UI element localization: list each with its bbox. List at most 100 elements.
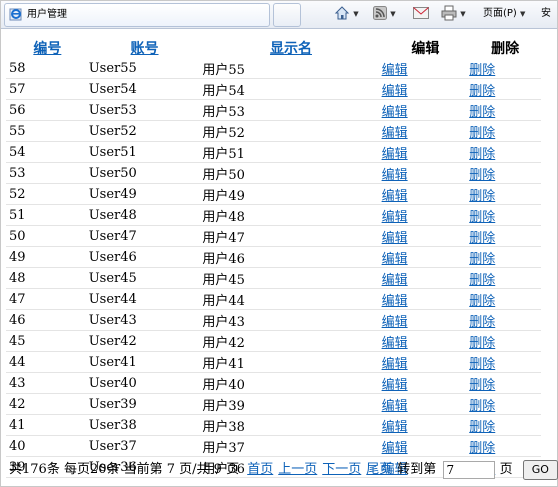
- delete-link[interactable]: 删除: [469, 336, 495, 351]
- header-account[interactable]: 账号: [89, 37, 201, 58]
- sort-id-link[interactable]: 编号: [33, 41, 61, 57]
- delete-link-cell[interactable]: 删除: [469, 330, 541, 352]
- edit-link-cell[interactable]: 编辑: [381, 162, 470, 184]
- delete-link[interactable]: 删除: [469, 126, 495, 141]
- delete-link[interactable]: 删除: [469, 210, 495, 225]
- edit-link[interactable]: 编辑: [382, 399, 408, 414]
- delete-link[interactable]: 删除: [469, 147, 495, 162]
- next-page-link[interactable]: 下一页: [322, 462, 361, 477]
- delete-link-cell[interactable]: 删除: [469, 204, 541, 226]
- last-page-link[interactable]: 尾页: [366, 462, 392, 477]
- header-id[interactable]: 编号: [6, 37, 89, 58]
- edit-link[interactable]: 编辑: [382, 105, 408, 120]
- edit-link-cell[interactable]: 编辑: [381, 225, 470, 247]
- delete-link[interactable]: 删除: [469, 378, 495, 393]
- header-display-name[interactable]: 显示名: [200, 37, 381, 58]
- goto-page-input[interactable]: [443, 460, 496, 479]
- edit-link-cell[interactable]: 编辑: [381, 393, 470, 415]
- edit-link[interactable]: 编辑: [382, 231, 408, 246]
- delete-link-cell[interactable]: 删除: [469, 246, 541, 268]
- delete-link-cell[interactable]: 删除: [469, 309, 541, 331]
- delete-link[interactable]: 删除: [469, 105, 495, 120]
- delete-link[interactable]: 删除: [469, 399, 495, 414]
- edit-link-cell[interactable]: 编辑: [381, 99, 470, 121]
- edit-link[interactable]: 编辑: [382, 84, 408, 99]
- edit-link-cell[interactable]: 编辑: [381, 288, 470, 310]
- edit-link[interactable]: 编辑: [382, 441, 408, 456]
- new-tab-button[interactable]: [273, 3, 301, 27]
- delete-link[interactable]: 删除: [469, 168, 495, 183]
- sort-display-name-link[interactable]: 显示名: [270, 41, 312, 57]
- delete-link-cell[interactable]: 删除: [469, 225, 541, 247]
- edit-link-cell[interactable]: 编辑: [381, 435, 470, 457]
- edit-link-cell[interactable]: 编辑: [381, 267, 470, 289]
- delete-link-cell[interactable]: 删除: [469, 288, 541, 310]
- delete-link-cell[interactable]: 删除: [469, 78, 541, 100]
- delete-link-cell[interactable]: 删除: [469, 120, 541, 142]
- delete-link[interactable]: 删除: [469, 231, 495, 246]
- edit-link[interactable]: 编辑: [382, 420, 408, 435]
- delete-link-cell[interactable]: 删除: [469, 351, 541, 373]
- safety-menu[interactable]: 安: [541, 5, 551, 23]
- edit-link-cell[interactable]: 编辑: [381, 330, 470, 352]
- chevron-down-icon[interactable]: ▼: [353, 10, 358, 18]
- delete-link-cell[interactable]: 删除: [469, 58, 541, 79]
- edit-link[interactable]: 编辑: [382, 147, 408, 162]
- go-button[interactable]: GO: [522, 459, 558, 480]
- edit-link[interactable]: 编辑: [382, 273, 408, 288]
- edit-link[interactable]: 编辑: [382, 378, 408, 393]
- delete-link[interactable]: 删除: [469, 420, 495, 435]
- delete-link-cell[interactable]: 删除: [469, 162, 541, 184]
- edit-link-cell[interactable]: 编辑: [381, 309, 470, 331]
- edit-link[interactable]: 编辑: [382, 357, 408, 372]
- edit-link[interactable]: 编辑: [382, 126, 408, 141]
- pager-summary: 共176条 每页20条 当前第 7 页/共 9 页: [9, 462, 240, 477]
- edit-link-cell[interactable]: 编辑: [381, 120, 470, 142]
- browser-tab[interactable]: 用户管理: [4, 3, 270, 27]
- prev-page-link[interactable]: 上一页: [278, 462, 317, 477]
- delete-link[interactable]: 删除: [469, 441, 495, 456]
- mail-button[interactable]: [413, 5, 429, 23]
- delete-link-cell[interactable]: 删除: [469, 99, 541, 121]
- feeds-button[interactable]: ▼: [373, 5, 396, 23]
- home-button[interactable]: ▼: [334, 5, 359, 23]
- page-menu[interactable]: 页面(P) ▼: [483, 5, 525, 23]
- chevron-down-icon[interactable]: ▼: [390, 10, 395, 18]
- edit-link-cell[interactable]: 编辑: [381, 351, 470, 373]
- delete-link[interactable]: 删除: [469, 357, 495, 372]
- delete-link[interactable]: 删除: [469, 189, 495, 204]
- delete-link-cell[interactable]: 删除: [469, 393, 541, 415]
- edit-link-cell[interactable]: 编辑: [381, 183, 470, 205]
- edit-link-cell[interactable]: 编辑: [381, 246, 470, 268]
- edit-link[interactable]: 编辑: [382, 315, 408, 330]
- delete-link[interactable]: 删除: [469, 294, 495, 309]
- delete-link[interactable]: 删除: [469, 63, 495, 78]
- edit-link[interactable]: 编辑: [382, 189, 408, 204]
- print-button[interactable]: ▼: [441, 5, 466, 23]
- delete-link[interactable]: 删除: [469, 252, 495, 267]
- edit-link[interactable]: 编辑: [382, 294, 408, 309]
- delete-link-cell[interactable]: 删除: [469, 414, 541, 436]
- sort-account-link[interactable]: 账号: [131, 41, 159, 57]
- edit-link-cell[interactable]: 编辑: [381, 414, 470, 436]
- delete-link-cell[interactable]: 删除: [469, 141, 541, 163]
- edit-link[interactable]: 编辑: [382, 336, 408, 351]
- edit-link-cell[interactable]: 编辑: [381, 58, 470, 79]
- delete-link[interactable]: 删除: [469, 315, 495, 330]
- delete-link-cell[interactable]: 删除: [469, 183, 541, 205]
- edit-link[interactable]: 编辑: [382, 210, 408, 225]
- delete-link-cell[interactable]: 删除: [469, 372, 541, 394]
- edit-link-cell[interactable]: 编辑: [381, 372, 470, 394]
- edit-link[interactable]: 编辑: [382, 168, 408, 183]
- delete-link[interactable]: 删除: [469, 273, 495, 288]
- edit-link-cell[interactable]: 编辑: [381, 141, 470, 163]
- delete-link[interactable]: 删除: [469, 84, 495, 99]
- delete-link-cell[interactable]: 删除: [469, 435, 541, 457]
- edit-link-cell[interactable]: 编辑: [381, 204, 470, 226]
- delete-link-cell[interactable]: 删除: [469, 267, 541, 289]
- first-page-link[interactable]: 首页: [247, 462, 273, 477]
- edit-link-cell[interactable]: 编辑: [381, 78, 470, 100]
- chevron-down-icon[interactable]: ▼: [460, 10, 465, 18]
- edit-link[interactable]: 编辑: [382, 252, 408, 267]
- edit-link[interactable]: 编辑: [382, 63, 408, 78]
